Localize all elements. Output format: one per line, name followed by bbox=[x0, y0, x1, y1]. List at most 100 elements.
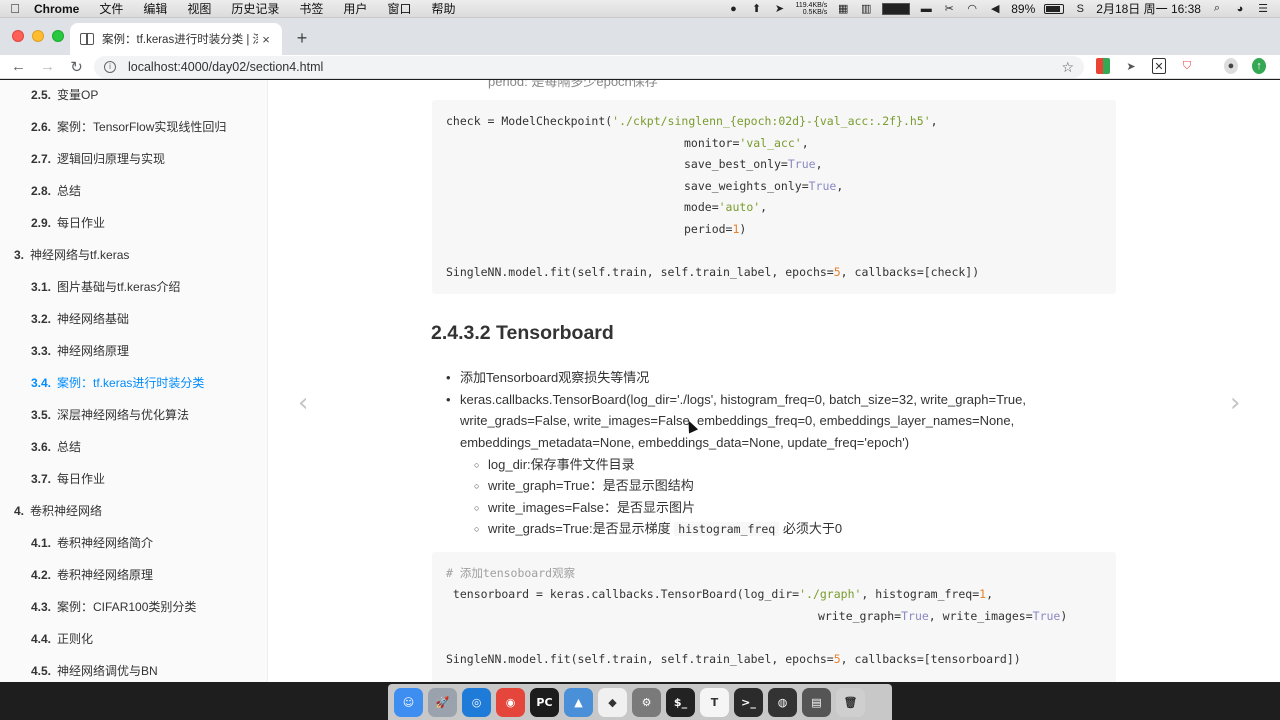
toc-label: 总结 bbox=[57, 440, 82, 454]
dock-iterm-icon[interactable]: >_ bbox=[734, 687, 763, 717]
url-text[interactable]: localhost:4000/day02/section4.html bbox=[128, 60, 1061, 74]
sidebar-item-3-7[interactable]: 3.7. 每日作业 bbox=[31, 470, 105, 488]
sidebar-item-2-9[interactable]: 2.9. 每日作业 bbox=[31, 214, 105, 232]
menu-window[interactable]: 窗口 bbox=[377, 0, 421, 17]
next-page-chevron-icon[interactable]: › bbox=[1230, 388, 1240, 418]
sidebar-item-4-3[interactable]: 4.3. 案例：CIFAR100类别分类 bbox=[31, 598, 196, 616]
sidebar-item-3-6[interactable]: 3.6. 总结 bbox=[31, 438, 81, 456]
cpu-icon[interactable]: ▥ bbox=[859, 3, 873, 15]
menu-file[interactable]: 文件 bbox=[89, 0, 133, 17]
address-bar[interactable]: i localhost:4000/day02/section4.html ☆ bbox=[94, 56, 1084, 78]
list-item-continuation: write_grads=False, write_images=False, e… bbox=[460, 413, 1015, 428]
code-comment: # 添加tensoboard观察 bbox=[446, 566, 576, 580]
sub-list-item: write_graph=True：是否显示图结构 bbox=[474, 477, 694, 495]
dock-finder-icon[interactable]: ☺ bbox=[394, 687, 423, 717]
tab-close-icon[interactable]: × bbox=[258, 32, 274, 47]
input-source-icon[interactable]: S bbox=[1073, 3, 1087, 15]
toc-label: 神经网络调优与BN bbox=[57, 664, 158, 678]
code-number: 5 bbox=[833, 265, 841, 279]
code-keyword: True bbox=[901, 609, 929, 623]
sidebar-item-2-8[interactable]: 2.8. 总结 bbox=[31, 182, 81, 200]
dock-brave-icon[interactable]: ◆ bbox=[598, 687, 627, 717]
toc-num: 3.2. bbox=[31, 312, 52, 326]
code-token: period= bbox=[684, 222, 733, 236]
dock-area: ☺ 🚀 ◎ ◉ PC ▲ ◆ ⚙ $_ T >_ ◍ ▤ 🗑 bbox=[0, 682, 1280, 720]
window-minimize-button[interactable] bbox=[32, 30, 44, 42]
menu-view[interactable]: 视图 bbox=[177, 0, 221, 17]
github-icon[interactable]: ● bbox=[726, 3, 740, 15]
back-button[interactable]: ← bbox=[4, 58, 33, 75]
scissors-icon[interactable]: ✂ bbox=[942, 3, 956, 15]
forward-button[interactable]: → bbox=[33, 58, 62, 75]
update-icon[interactable]: ↑ bbox=[1252, 58, 1266, 74]
dock-pycharm-icon[interactable]: PC bbox=[530, 687, 559, 717]
sidebar-item-3-2[interactable]: 3.2. 神经网络基础 bbox=[31, 310, 129, 328]
clock[interactable]: 2月18日 周一 16:38 bbox=[1096, 0, 1201, 17]
code-token: save_weights_only= bbox=[684, 179, 809, 193]
prev-page-chevron-icon[interactable]: ‹ bbox=[298, 388, 308, 418]
apple-menu-icon[interactable]:  bbox=[0, 1, 30, 16]
menu-people[interactable]: 用户 bbox=[333, 0, 377, 17]
dock-terminal-icon[interactable]: $_ bbox=[666, 687, 695, 717]
tab-active[interactable]: 案例：tf.keras进行时装分类 | 深 × bbox=[70, 23, 282, 55]
window-close-button[interactable] bbox=[12, 30, 24, 42]
siri-icon[interactable]: ◕ bbox=[1233, 3, 1247, 15]
dock-typora-icon[interactable]: T bbox=[700, 687, 729, 717]
sidebar-item-4-4[interactable]: 4.4. 正则化 bbox=[31, 630, 93, 648]
dock-launchpad-icon[interactable]: 🚀 bbox=[428, 687, 457, 717]
menu-help[interactable]: 帮助 bbox=[421, 0, 465, 17]
dock-system-preferences-icon[interactable]: ⚙ bbox=[632, 687, 661, 717]
notification-center-icon[interactable]: ☰ bbox=[1256, 3, 1270, 15]
sidebar-item-2-7[interactable]: 2.7. 逻辑回归原理与实现 bbox=[31, 150, 165, 168]
reload-button[interactable]: ↻ bbox=[62, 58, 91, 76]
sidebar-item-3-3[interactable]: 3.3. 神经网络原理 bbox=[31, 342, 129, 360]
code-block-tensorboard: # 添加tensoboard观察 tensorboard = keras.cal… bbox=[432, 552, 1116, 682]
profile-avatar[interactable]: ● bbox=[1224, 58, 1238, 74]
app-menu-chrome[interactable]: Chrome bbox=[30, 2, 89, 16]
sidebar-item-2-5[interactable]: 2.5. 变量OP bbox=[31, 86, 98, 104]
toc-num: 3.4. bbox=[31, 376, 52, 390]
activity-graph[interactable] bbox=[882, 2, 911, 15]
memory-icon[interactable]: ▦ bbox=[836, 3, 850, 15]
code-token: ) bbox=[1060, 609, 1068, 623]
code-line: monitor='val_acc', bbox=[684, 135, 809, 151]
dock-keynote-icon[interactable]: ▲ bbox=[564, 687, 593, 717]
list-item: 添加Tensorboard观察损失等情况 bbox=[446, 369, 649, 387]
dock-trash-icon[interactable]: 🗑 bbox=[836, 687, 865, 717]
site-info-icon[interactable]: i bbox=[104, 61, 116, 73]
dock-virtualbox-icon[interactable]: ▤ bbox=[802, 687, 831, 717]
sidebar-item-3[interactable]: 3. 神经网络与tf.keras bbox=[14, 246, 129, 264]
sidebar-item-4-1[interactable]: 4.1. 卷积神经网络简介 bbox=[31, 534, 153, 552]
extension-x-icon[interactable]: ✕ bbox=[1152, 58, 1166, 74]
battery-icon[interactable] bbox=[1044, 3, 1065, 14]
toc-label: 神经网络基础 bbox=[57, 312, 130, 326]
docker-icon[interactable]: ▬ bbox=[919, 3, 933, 15]
upload-icon[interactable]: ⬆ bbox=[749, 3, 763, 15]
extension-cursor-icon[interactable]: ➤ bbox=[1124, 58, 1138, 74]
dock-safari-icon[interactable]: ◎ bbox=[462, 687, 491, 717]
menu-edit[interactable]: 编辑 bbox=[133, 0, 177, 17]
sidebar-item-4-5[interactable]: 4.5. 神经网络调优与BN bbox=[31, 662, 158, 680]
spotlight-search-icon[interactable]: ⌕ bbox=[1210, 2, 1224, 15]
toc-label: 每日作业 bbox=[57, 472, 106, 486]
sidebar-item-2-6[interactable]: 2.6. 案例：TensorFlow实现线性回归 bbox=[31, 118, 226, 136]
sidebar-item-3-4-active[interactable]: 3.4. 案例：tf.keras进行时装分类 bbox=[31, 374, 204, 392]
sidebar-item-4-2[interactable]: 4.2. 卷积神经网络原理 bbox=[31, 566, 153, 584]
bookmark-star-icon[interactable]: ☆ bbox=[1061, 59, 1074, 76]
dock-obs-icon[interactable]: ◍ bbox=[768, 687, 797, 717]
extension-shield-icon[interactable]: ⛉ bbox=[1180, 58, 1194, 74]
toc-label: 卷积神经网络简介 bbox=[57, 536, 154, 550]
menu-history[interactable]: 历史记录 bbox=[221, 0, 289, 17]
wifi-icon[interactable]: ◠ bbox=[965, 3, 979, 15]
window-zoom-button[interactable] bbox=[52, 30, 64, 42]
sidebar-item-3-1[interactable]: 3.1. 图片基础与tf.keras介绍 bbox=[31, 278, 180, 296]
volume-icon[interactable]: ◀ bbox=[988, 3, 1002, 15]
menu-bookmarks[interactable]: 书签 bbox=[289, 0, 333, 17]
extension-grid-icon[interactable] bbox=[1096, 58, 1110, 74]
sidebar-item-4[interactable]: 4. 卷积神经网络 bbox=[14, 502, 102, 520]
new-tab-button[interactable]: + bbox=[292, 28, 312, 48]
code-token: , bbox=[815, 157, 823, 171]
dock-chrome-icon[interactable]: ◉ bbox=[496, 687, 525, 717]
send-icon[interactable]: ➤ bbox=[772, 3, 786, 15]
sidebar-item-3-5[interactable]: 3.5. 深层神经网络与优化算法 bbox=[31, 406, 189, 424]
